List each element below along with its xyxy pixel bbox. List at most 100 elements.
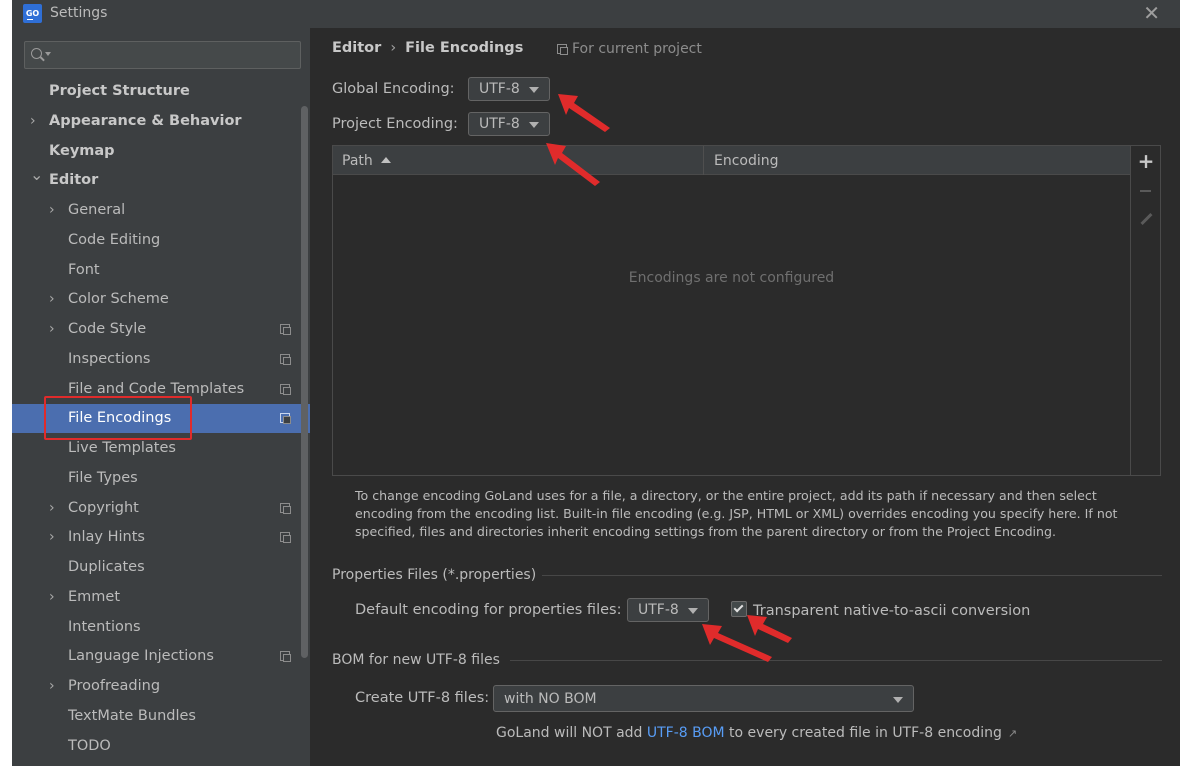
sidebar-item-label: Color Scheme [68,291,169,308]
sidebar-scrollbar[interactable] [301,106,308,658]
chevron-right-icon[interactable]: › [49,528,55,546]
chevron-right-icon[interactable]: › [49,499,55,517]
add-button[interactable]: + [1136,150,1156,172]
bom-note-text: GoLand will NOT add [496,725,647,741]
chevron-right-icon[interactable]: › [49,201,55,219]
table-header: Path Encoding [333,146,1130,175]
sidebar-item-label: Intentions [68,618,141,635]
sidebar-item-intentions[interactable]: Intentions [12,613,310,642]
properties-encoding-dropdown[interactable]: UTF-8 [627,598,709,622]
table-toolbar: + [1131,145,1161,476]
chevron-right-icon[interactable]: › [49,290,55,308]
create-utf8-label: Create UTF-8 files: [355,690,490,706]
sidebar-item-label: Code Style [68,321,147,337]
sidebar-item-live-templates[interactable]: Live Templates [12,434,310,463]
column-header-label: Path [342,153,373,169]
sidebar-item-editor[interactable]: ⌄ Editor [12,166,310,195]
settings-sidebar: Project Structure › Appearance & Behavior K… [12,28,310,766]
sidebar-item-label: Proofreading [68,678,161,694]
chevron-right-icon[interactable]: › [30,112,36,130]
sidebar-item-label: Code Editing [68,231,161,248]
global-encoding-dropdown[interactable]: UTF-8 [468,77,550,101]
breadcrumb-editor[interactable]: Editor [332,40,381,56]
sidebar-item-appearance-behavior[interactable]: › Appearance & Behavior [12,107,310,136]
sidebar-item-copyright[interactable]: › Copyright [12,494,310,523]
sidebar-item-label: Font [68,261,100,278]
sidebar-item-label: File and Code Templates [68,380,245,397]
sidebar-item-label: Keymap [49,142,115,159]
utf8-bom-link[interactable]: UTF-8 BOM [647,725,725,741]
external-link-icon: ↗ [1007,727,1018,740]
sidebar-item-proofreading[interactable]: › Proofreading [12,672,310,701]
native-to-ascii-label[interactable]: Transparent native-to-ascii conversion [753,602,1030,620]
sidebar-item-file-and-code-templates[interactable]: File and Code Templates [12,375,310,404]
search-box[interactable] [24,41,301,69]
column-header-label: Encoding [714,153,779,169]
sidebar-item-label: Emmet [68,588,121,605]
edit-pencil-icon[interactable] [1136,210,1156,232]
sidebar-item-label: General [68,202,126,218]
dropdown-arrow-icon [529,122,539,128]
sidebar-item-duplicates[interactable]: Duplicates [12,553,310,582]
project-scope-icon [280,651,291,663]
create-utf8-dropdown[interactable]: with NO BOM [493,685,914,712]
project-scope-icon [280,383,291,395]
sidebar-item-inlay-hints[interactable]: › Inlay Hints [12,523,310,552]
sidebar-item-label: TODO [68,737,111,754]
properties-default-encoding-label: Default encoding for properties files: [355,602,622,618]
table-empty-text: Encodings are not configured [628,270,835,286]
dropdown-arrow-icon [529,87,539,93]
sidebar-item-todo[interactable]: TODO [12,732,310,761]
search-input[interactable] [53,45,293,65]
sidebar-item-label: Project Structure [49,83,190,99]
chevron-right-icon[interactable]: › [49,320,55,338]
project-encoding-dropdown[interactable]: UTF-8 [468,112,550,136]
breadcrumb: Editor › File Encodings [332,39,523,57]
dropdown-arrow-icon [688,608,698,614]
column-header-encoding[interactable]: Encoding [705,146,1130,175]
sidebar-item-general[interactable]: › General [12,196,310,225]
window-title: Settings [50,5,108,21]
sidebar-item-file-encodings[interactable]: File Encodings [12,404,310,434]
column-header-path[interactable]: Path [333,146,704,175]
sidebar-item-language-injections[interactable]: Language Injections [12,642,310,671]
chevron-right-icon[interactable]: › [49,677,55,695]
sidebar-item-code-style[interactable]: › Code Style [12,315,310,344]
chevron-right-icon[interactable]: › [49,588,55,606]
sidebar-item-label: File Types [68,469,138,486]
chevron-down-icon[interactable]: ⌄ [30,166,43,184]
sidebar-item-label: Copyright [68,499,139,516]
sidebar-item-textmate-bundles[interactable]: TextMate Bundles [12,702,310,731]
sidebar-item-label: Inlay Hints [68,529,145,546]
breadcrumb-separator: › [390,40,397,56]
sidebar-item-emmet[interactable]: › Emmet [12,583,310,612]
sidebar-item-label: Language Injections [68,648,214,665]
sidebar-item-label: Live Templates [68,440,176,456]
sidebar-item-code-editing[interactable]: Code Editing [12,226,310,255]
sort-ascending-icon [381,157,391,163]
project-scope-icon [280,413,291,425]
scope-hint: For current project [572,41,702,57]
native-to-ascii-checkbox[interactable] [731,601,747,617]
close-icon[interactable]: ✕ [1143,3,1160,23]
bom-note: GoLand will NOT add UTF-8 BOM to every c… [496,724,1017,743]
sidebar-item-font[interactable]: Font [12,256,310,285]
sidebar-item-project-structure[interactable]: Project Structure [12,77,310,106]
sidebar-item-inspections[interactable]: Inspections [12,345,310,374]
search-icon [31,48,42,59]
sidebar-item-file-types[interactable]: File Types [12,464,310,493]
sidebar-item-color-scheme[interactable]: › Color Scheme [12,285,310,314]
settings-window: GO Settings ✕ Project Structure › Appearan… [12,0,1180,766]
sidebar-item-label: Editor [49,172,99,189]
encodings-table[interactable]: Path Encoding Encodings are not configur… [332,145,1131,476]
remove-button[interactable] [1136,180,1156,202]
sidebar-item-label: Inspections [68,350,151,367]
project-encoding-value: UTF-8 [479,116,520,132]
create-utf8-value: with NO BOM [504,691,597,707]
checkmark-icon [733,602,744,613]
breadcrumb-current: File Encodings [405,40,524,56]
sidebar-item-label: File Encodings [68,410,172,427]
sidebar-item-keymap[interactable]: Keymap [12,137,310,166]
search-options-caret-icon[interactable] [45,52,51,56]
properties-encoding-value: UTF-8 [638,602,679,618]
